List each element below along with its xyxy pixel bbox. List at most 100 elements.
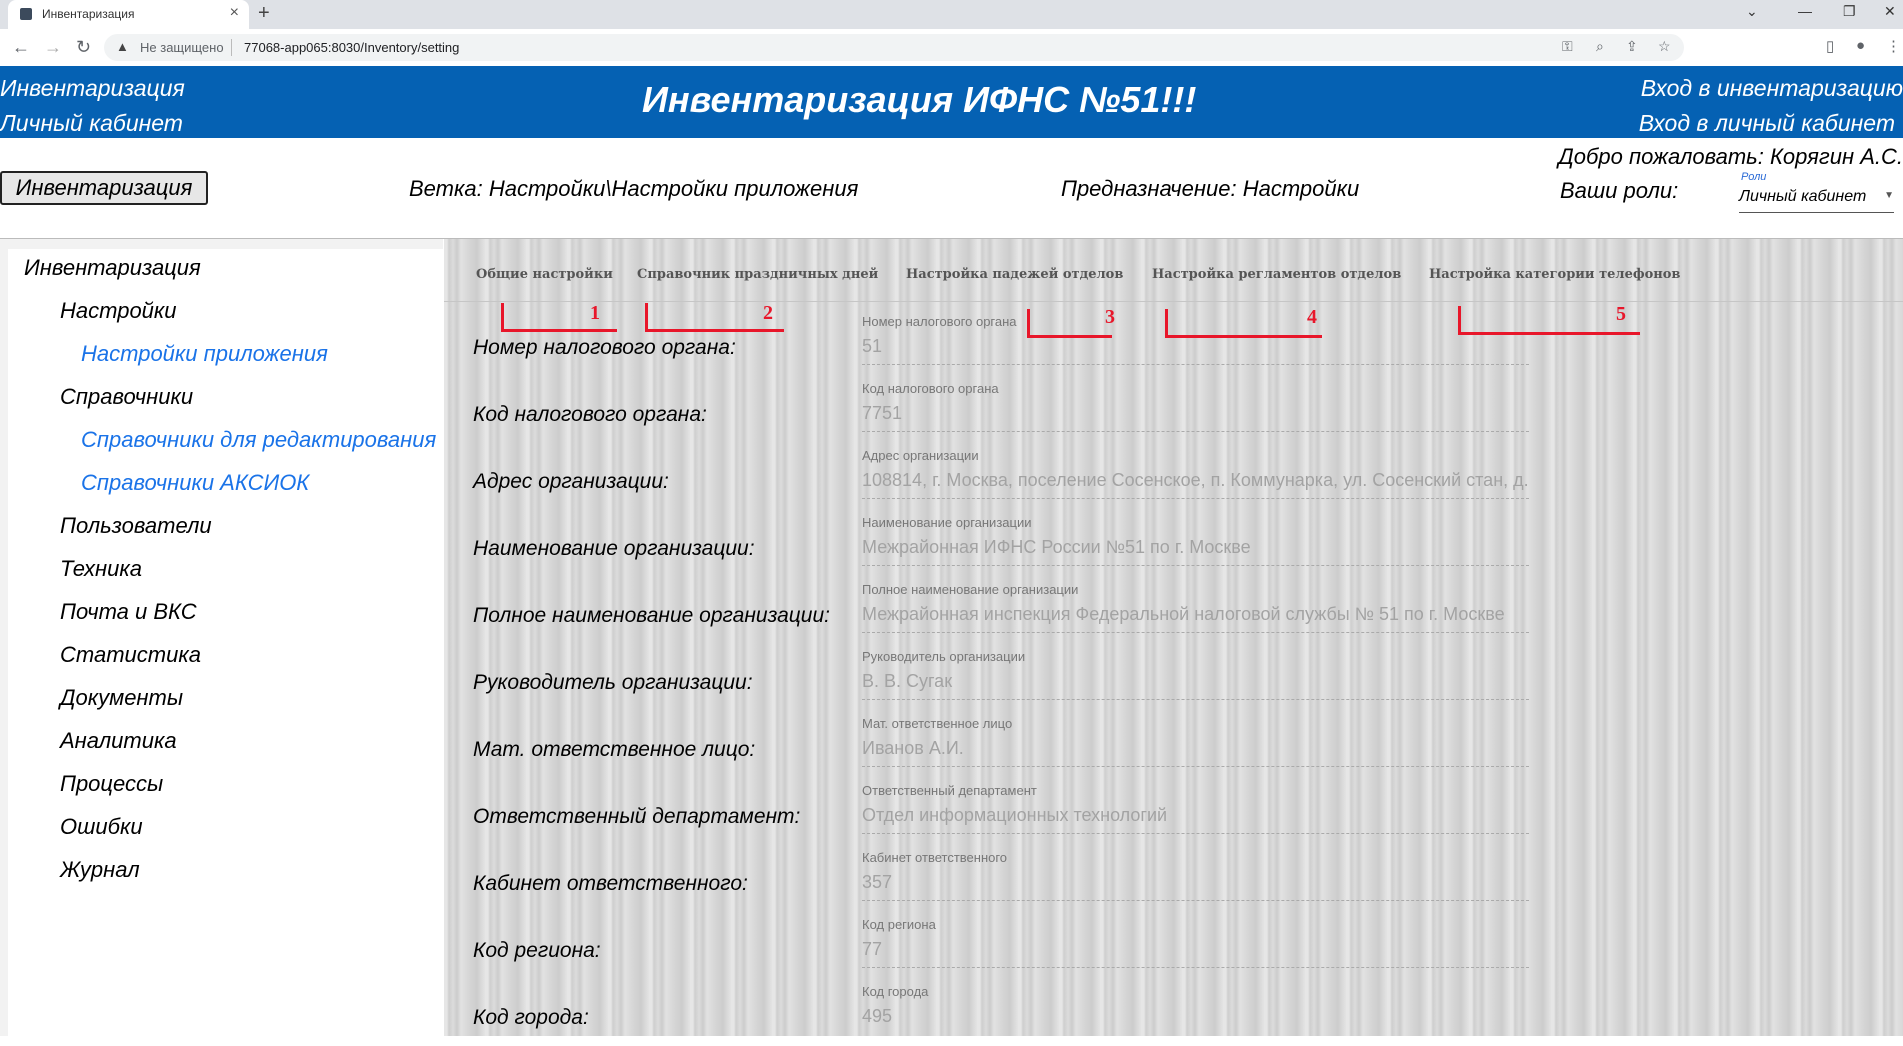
field-org-full-name: Полное наименование организации: Полное …: [444, 580, 1903, 636]
tab-phone-categories[interactable]: Настройка категории телефонов: [1429, 267, 1680, 282]
field-label: Номер налогового органа:: [473, 336, 736, 359]
field-org-head: Руководитель организации: Руководитель о…: [444, 647, 1903, 703]
url-field[interactable]: ▲ Не защищено 77068-app065:8030/Inventor…: [104, 34, 1684, 61]
field-value[interactable]: Межрайонная инспекция Федеральной налого…: [862, 604, 1505, 625]
field-tax-office-code: Код налогового органа: Код налогового ор…: [444, 379, 1903, 435]
roles-selected-value: Личный кабинет: [1739, 188, 1867, 205]
profile-avatar-icon[interactable]: ●: [1856, 37, 1865, 54]
field-floating-label: Адрес организации: [862, 448, 979, 463]
field-floating-label: Код налогового органа: [862, 381, 999, 396]
tab-search-chevron-icon[interactable]: ⌄: [1746, 3, 1758, 20]
new-tab-button[interactable]: +: [258, 2, 270, 25]
tab-department-regulations[interactable]: Настройка регламентов отделов: [1152, 267, 1401, 282]
field-value[interactable]: 495: [862, 1006, 892, 1027]
field-floating-label: Ответственный департамент: [862, 783, 1037, 798]
roles-select-label: Роли: [1741, 171, 1767, 183]
address-bar: ← → ↻ ▲ Не защищено 77068-app065:8030/In…: [0, 29, 1903, 67]
field-responsible-room: Кабинет ответственного: Кабинет ответств…: [444, 848, 1903, 904]
tab-department-cases[interactable]: Настройка падежей отделов: [906, 267, 1123, 282]
field-region-code: Код региона: Код региона 77: [444, 915, 1903, 971]
field-value[interactable]: В. В. Сугак: [862, 671, 952, 692]
field-value[interactable]: 77: [862, 939, 882, 960]
nav-item-aksiok-references[interactable]: Справочники АКСИОК: [81, 470, 309, 496]
header-link-cabinet[interactable]: Личный кабинет: [0, 110, 183, 137]
field-value[interactable]: 51: [862, 336, 882, 357]
field-value[interactable]: 108814, г. Москва, поселение Сосенское, …: [862, 470, 1529, 491]
nav-item-equipment[interactable]: Техника: [60, 556, 142, 582]
nav-item-documents[interactable]: Документы: [60, 685, 183, 711]
browser-menu-icon[interactable]: ⋮: [1886, 37, 1901, 55]
field-underline: [862, 967, 1529, 968]
dropdown-arrow-icon: ▼: [1884, 190, 1894, 201]
restore-icon[interactable]: ❐: [1843, 3, 1856, 20]
field-floating-label: Наименование организации: [862, 515, 1032, 530]
field-label: Код налогового органа:: [473, 403, 707, 426]
bookmark-star-icon[interactable]: ☆: [1658, 38, 1671, 55]
nav-item-inventory[interactable]: Инвентаризация: [24, 255, 201, 281]
browser-tab[interactable]: Инвентаризация ×: [8, 0, 249, 29]
side-panel-icon[interactable]: ▯: [1826, 37, 1834, 55]
field-label: Код региона:: [473, 939, 601, 962]
field-underline: [862, 766, 1529, 767]
zoom-icon[interactable]: ⌕: [1596, 38, 1604, 55]
header-link-enter-cabinet[interactable]: Вход в личный кабинет: [1639, 110, 1895, 137]
inventory-button[interactable]: Инвентаризация: [0, 171, 208, 205]
back-arrow-icon[interactable]: ←: [12, 37, 30, 58]
field-org-address: Адрес организации: Адрес организации 108…: [444, 446, 1903, 502]
sidebar: Инвентаризация Настройки Настройки прило…: [0, 239, 444, 1046]
tab-general-settings[interactable]: Общие настройки: [476, 267, 613, 282]
field-value[interactable]: 357: [862, 872, 892, 893]
nav-item-mail[interactable]: Почта и ВКС: [60, 599, 197, 625]
field-floating-label: Руководитель организации: [862, 649, 1026, 664]
window-close-icon[interactable]: ✕: [1884, 3, 1896, 20]
key-icon[interactable]: ⚿: [1562, 38, 1573, 55]
header-link-enter-inventory[interactable]: Вход в инвентаризацию: [1641, 75, 1903, 102]
app-header: Инвентаризация Личный кабинет Инвентариз…: [0, 66, 1903, 138]
field-label: Наименование организации:: [473, 537, 755, 560]
nav-item-errors[interactable]: Ошибки: [60, 814, 143, 840]
roles-select[interactable]: Личный кабинет ▼: [1739, 188, 1894, 213]
reload-icon[interactable]: ↻: [76, 37, 91, 58]
nav-item-references[interactable]: Справочники: [60, 384, 193, 410]
field-city-code: Код города: Код города 495: [444, 982, 1903, 1036]
site-favicon-icon: [20, 8, 32, 20]
nav-item-editable-references[interactable]: Справочники для редактирования: [81, 427, 436, 453]
field-underline: [862, 900, 1529, 901]
field-value[interactable]: Межрайонная ИФНС России №51 по г. Москве: [862, 537, 1251, 558]
field-floating-label: Код региона: [862, 917, 936, 932]
settings-content: Общие настройки Справочник праздничных д…: [444, 239, 1903, 1036]
field-org-name: Наименование организации: Наименование о…: [444, 513, 1903, 569]
nav-item-analytics[interactable]: Аналитика: [60, 728, 177, 754]
welcome-text: Добро пожаловать: Корягин А.С.: [1558, 144, 1903, 169]
nav-item-processes[interactable]: Процессы: [60, 771, 163, 797]
field-label: Кабинет ответственного:: [473, 872, 748, 895]
nav-item-app-settings[interactable]: Настройки приложения: [81, 341, 328, 367]
field-underline: [862, 498, 1529, 499]
field-responsible-department: Ответственный департамент: Ответственный…: [444, 781, 1903, 837]
nav-item-journal[interactable]: Журнал: [60, 857, 140, 883]
share-icon[interactable]: ⇪: [1626, 38, 1638, 55]
forward-arrow-icon[interactable]: →: [44, 37, 62, 58]
url-text[interactable]: 77068-app065:8030/Inventory/setting: [244, 40, 459, 55]
field-value[interactable]: Отдел информационных технологий: [862, 805, 1167, 826]
url-separator: [231, 39, 232, 56]
field-underline: [862, 364, 1529, 365]
sidebar-panel: Инвентаризация Настройки Настройки прило…: [8, 249, 444, 1046]
field-underline: [862, 833, 1529, 834]
close-tab-icon[interactable]: ×: [230, 4, 239, 22]
header-link-inventory[interactable]: Инвентаризация: [0, 75, 185, 102]
field-responsible-person: Мат. ответственное лицо: Мат. ответствен…: [444, 714, 1903, 770]
field-value[interactable]: Иванов А.И.: [862, 738, 964, 759]
page-title: Инвентаризация ИФНС №51!!!: [642, 79, 1197, 120]
field-label: Код города:: [473, 1006, 589, 1029]
field-label: Ответственный департамент:: [473, 805, 801, 828]
minimize-icon[interactable]: —: [1798, 3, 1812, 19]
nav-item-users[interactable]: Пользователи: [60, 513, 212, 539]
not-secure-label[interactable]: Не защищено: [140, 40, 224, 55]
field-underline: [862, 699, 1529, 700]
tab-holidays[interactable]: Справочник праздничных дней: [637, 267, 878, 282]
nav-item-statistics[interactable]: Статистика: [60, 642, 201, 668]
nav-item-settings[interactable]: Настройки: [60, 298, 177, 324]
field-value[interactable]: 7751: [862, 403, 902, 424]
purpose-text: Предназначение: Настройки: [1061, 176, 1360, 201]
